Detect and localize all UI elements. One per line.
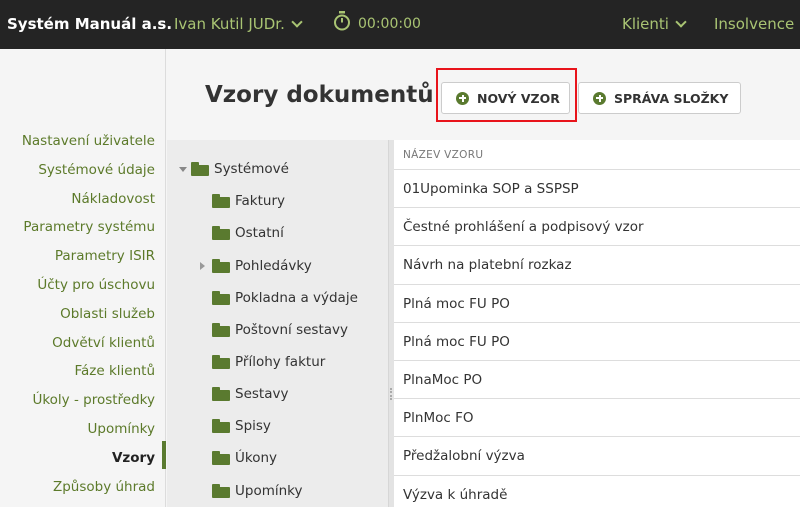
- tree-node-acts[interactable]: Úkony: [212, 447, 277, 469]
- user-menu[interactable]: Ivan Kutil JUDr.: [174, 15, 303, 33]
- table-row[interactable]: Čestné prohlášení a podpisový vzor: [394, 208, 800, 247]
- brand-name[interactable]: Systém Manuál a.s.: [7, 15, 172, 33]
- sidebar-item-service-areas[interactable]: Oblasti služeb: [22, 300, 155, 329]
- sidebar-item-costs[interactable]: Nákladovost: [22, 185, 155, 214]
- tree-node-receivables[interactable]: Pohledávky: [200, 255, 312, 277]
- new-template-label: NOVÝ VZOR: [477, 90, 560, 106]
- tree-node-label: Systémové: [214, 161, 289, 177]
- folder-icon: [212, 226, 230, 240]
- sidebar-item-escrow-accounts[interactable]: Účty pro úschovu: [22, 271, 155, 300]
- folder-icon: [212, 355, 230, 369]
- expand-arrow-icon[interactable]: [200, 262, 205, 270]
- manage-folder-label: SPRÁVA SLOŽKY: [614, 90, 729, 106]
- sidebar-item-reminders[interactable]: Upomínky: [22, 415, 156, 444]
- table-row[interactable]: Návrh na platební rozkaz: [394, 246, 800, 285]
- sidebar-item-templates[interactable]: Vzory: [22, 444, 155, 473]
- tree-node-label: Úkony: [235, 450, 278, 466]
- folder-icon: [212, 194, 230, 208]
- folder-icon: [212, 323, 230, 337]
- table-row[interactable]: 01Upominka SOP a SSPSP: [394, 170, 800, 209]
- timer-readout: 00:00:00: [358, 16, 421, 32]
- tree-node-files[interactable]: Spisy: [212, 415, 271, 437]
- column-header-template-name[interactable]: NÁZEV VZORU: [394, 140, 800, 170]
- tree-node-label: Faktury: [235, 193, 286, 209]
- active-indicator: [162, 441, 166, 469]
- template-table: NÁZEV VZORU 01Upominka SOP a SSPSP Čestn…: [394, 140, 800, 507]
- tree-node-label: Upomínky: [235, 483, 303, 499]
- tree-node-label: Ostatní: [235, 225, 284, 241]
- folder-icon: [191, 162, 209, 176]
- folder-tree: Systémové Faktury Ostatní Pohledávky Pok…: [167, 140, 388, 507]
- stopwatch-icon[interactable]: [333, 11, 351, 31]
- nav-insolvence[interactable]: Insolvence: [714, 15, 794, 33]
- chevron-down-icon: [291, 16, 303, 28]
- manage-folder-button[interactable]: SPRÁVA SLOŽKY: [578, 82, 741, 114]
- settings-sidebar: Nastavení uživatele Systémové údaje Nákl…: [0, 49, 166, 507]
- tree-node-system[interactable]: Systémové: [179, 158, 289, 180]
- sidebar-item-user-settings[interactable]: Nastavení uživatele: [22, 127, 155, 156]
- tree-node-reminders[interactable]: Upomínky: [212, 480, 303, 502]
- sidebar-item-isir-parameters[interactable]: Parametry ISIR: [22, 242, 155, 271]
- nav-clients[interactable]: Klienti: [622, 15, 687, 33]
- folder-icon: [212, 291, 230, 305]
- settings-menu: Nastavení uživatele Systémové údaje Nákl…: [22, 127, 155, 501]
- table-row[interactable]: Výzva k úhradě: [394, 476, 800, 507]
- chevron-down-icon: [675, 16, 687, 28]
- plus-circle-icon: [456, 91, 469, 105]
- tree-node-label: Pokladna a výdaje: [235, 290, 358, 306]
- folder-icon: [212, 387, 230, 401]
- table-row[interactable]: Plná moc FU PO: [394, 285, 800, 323]
- tree-node-label: Spisy: [235, 418, 271, 434]
- sidebar-item-system-data[interactable]: Systémové údaje: [22, 156, 155, 185]
- tree-node-reports[interactable]: Sestavy: [212, 383, 288, 405]
- top-bar: Systém Manuál a.s. Ivan Kutil JUDr. 00:0…: [0, 0, 800, 49]
- folder-icon: [212, 451, 230, 465]
- tree-node-label: Sestavy: [235, 386, 289, 402]
- tree-node-label: Pohledávky: [235, 258, 312, 274]
- table-row[interactable]: Předžalobní výzva: [394, 437, 800, 476]
- user-name: Ivan Kutil JUDr.: [174, 15, 285, 33]
- table-row[interactable]: PlnaMoc PO: [394, 361, 800, 400]
- tree-node-invoices[interactable]: Faktury: [212, 190, 285, 212]
- tree-node-invoice-attachments[interactable]: Přílohy faktur: [212, 351, 325, 373]
- tree-node-cash-expenses[interactable]: Pokladna a výdaje: [212, 287, 358, 309]
- tree-node-label: Poštovní sestavy: [235, 322, 349, 338]
- new-template-button[interactable]: NOVÝ VZOR: [441, 82, 570, 114]
- sidebar-item-system-parameters[interactable]: Parametry systému: [22, 213, 155, 242]
- tree-node-label: Přílohy faktur: [235, 354, 326, 370]
- collapse-arrow-icon[interactable]: [179, 166, 187, 172]
- nav-clients-label: Klienti: [622, 15, 669, 33]
- folder-icon: [212, 419, 230, 433]
- sidebar-item-client-phases[interactable]: Fáze klientů: [22, 357, 155, 386]
- table-row[interactable]: PlnMoc FO: [394, 399, 800, 438]
- tree-node-postal-reports[interactable]: Poštovní sestavy: [212, 319, 348, 341]
- folder-icon: [212, 484, 230, 498]
- sidebar-item-client-industries[interactable]: Odvětví klientů: [22, 329, 155, 358]
- sidebar-item-payment-methods[interactable]: Způsoby úhrad: [22, 473, 155, 502]
- plus-circle-icon: [593, 91, 606, 105]
- sidebar-item-task-resources[interactable]: Úkoly - prostředky: [22, 386, 155, 415]
- tree-node-other[interactable]: Ostatní: [212, 222, 284, 244]
- table-row[interactable]: Plná moc FU PO: [394, 323, 800, 361]
- page-title: Vzory dokumentů: [205, 82, 434, 108]
- folder-icon: [212, 259, 230, 273]
- drag-handle-icon[interactable]: [390, 388, 392, 400]
